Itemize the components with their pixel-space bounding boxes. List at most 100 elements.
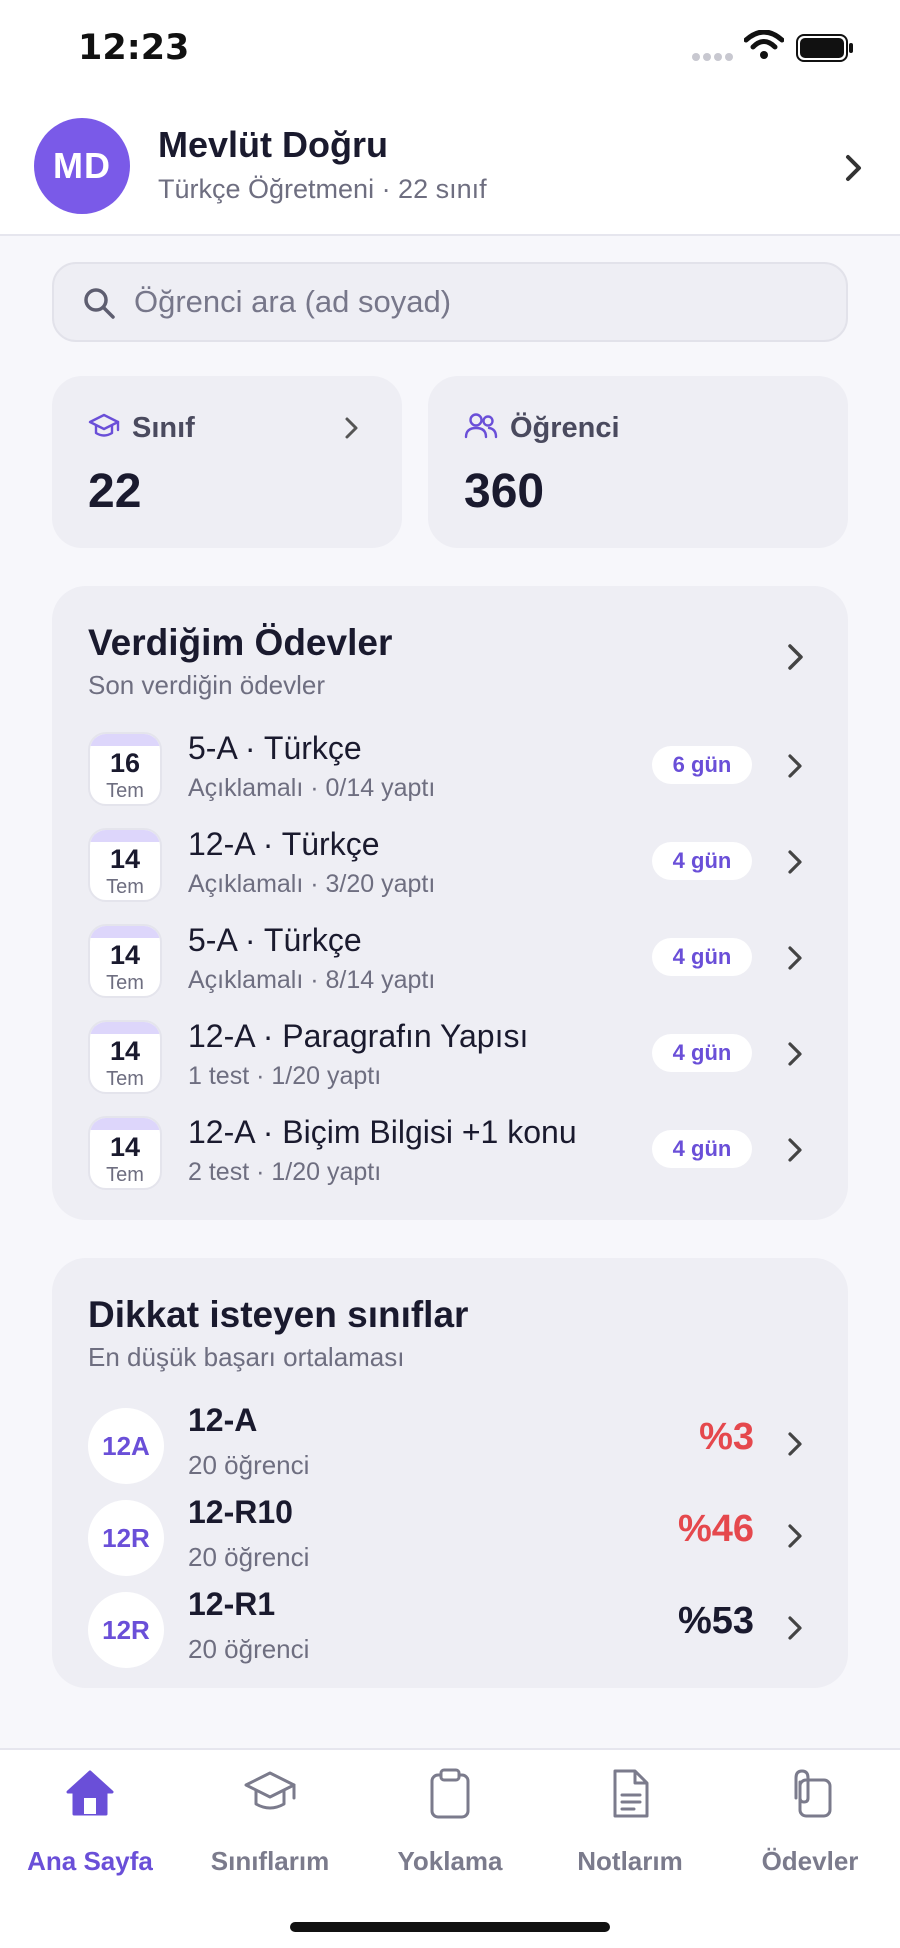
avatar: MD bbox=[34, 118, 130, 214]
chevron-right-icon bbox=[788, 1616, 802, 1640]
assignment-sub: 2 test · 1/20 yaptı bbox=[188, 1158, 382, 1186]
class-student-count: 20 öğrenci bbox=[188, 1634, 310, 1664]
stat-card-students: Öğrenci 360 bbox=[428, 376, 848, 548]
assignment-row[interactable]: 16 Tem 5-A · Türkçe Açıklamalı · 0/14 ya… bbox=[52, 722, 848, 812]
class-name: 12-R1 bbox=[188, 1586, 276, 1622]
tab-label: Notlarım bbox=[577, 1846, 683, 1876]
stat-value-students: 360 bbox=[464, 465, 545, 518]
class-badge: 12A bbox=[88, 1408, 164, 1484]
assignments-subtitle: Son verdiğin ödevler bbox=[88, 670, 326, 700]
search-bar[interactable] bbox=[52, 262, 848, 342]
assignment-row[interactable]: 14 Tem 5-A · Türkçe Açıklamalı · 8/14 ya… bbox=[52, 914, 848, 1004]
date-badge: 14 Tem bbox=[88, 924, 162, 998]
class-score: %3 bbox=[699, 1416, 754, 1458]
class-student-count: 20 öğrenci bbox=[188, 1542, 310, 1572]
days-left-badge: 4 gün bbox=[652, 842, 752, 880]
assignment-sub: Açıklamalı · 3/20 yaptı bbox=[188, 870, 436, 898]
tab-attendance[interactable]: Yoklama bbox=[360, 1768, 540, 1888]
date-day: 14 bbox=[109, 940, 141, 970]
home-indicator bbox=[290, 1922, 610, 1932]
date-month: Tem bbox=[106, 1164, 144, 1186]
tab-label: Yoklama bbox=[397, 1846, 503, 1876]
status-bar: 12:23 bbox=[0, 0, 900, 100]
tab-bar: Ana Sayfa Sınıflarım Yoklama Notlarım Öd… bbox=[0, 1748, 900, 1948]
assignment-row[interactable]: 14 Tem 12-A · Türkçe Açıklamalı · 3/20 y… bbox=[52, 818, 848, 908]
date-badge: 14 Tem bbox=[88, 828, 162, 902]
stat-card-classes[interactable]: Sınıf 22 bbox=[52, 376, 402, 548]
class-row[interactable]: 12R 12-R1 20 öğrenci %53 bbox=[52, 1578, 848, 1678]
class-name: 12-R10 bbox=[188, 1494, 293, 1530]
tab-label: Ödevler bbox=[761, 1846, 859, 1876]
wifi-icon bbox=[744, 30, 784, 59]
class-badge: 12R bbox=[88, 1500, 164, 1576]
assignment-title: 12-A · Paragrafın Yapısı bbox=[188, 1018, 529, 1054]
search-input[interactable] bbox=[134, 264, 824, 340]
battery-icon bbox=[796, 34, 853, 62]
home-icon bbox=[66, 1770, 114, 1816]
document-icon bbox=[613, 1769, 649, 1818]
attention-title: Dikkat isteyen sınıflar bbox=[88, 1294, 469, 1335]
profile-header[interactable]: MD Mevlüt Doğru Türkçe Öğretmeni · 22 sı… bbox=[0, 100, 900, 236]
assignments-title: Verdiğim Ödevler bbox=[88, 622, 393, 663]
class-name: 12-A bbox=[188, 1402, 258, 1438]
assignments-section: Verdiğim Ödevler Son verdiğin ödevler 16… bbox=[52, 586, 848, 1220]
chevron-right-icon bbox=[788, 850, 802, 874]
date-badge: 14 Tem bbox=[88, 1020, 162, 1094]
days-left-badge: 4 gün bbox=[652, 1034, 752, 1072]
assignment-row[interactable]: 14 Tem 12-A · Biçim Bilgisi +1 konu 2 te… bbox=[52, 1106, 848, 1196]
chevron-right-icon bbox=[788, 1042, 802, 1066]
screen: 12:23 MD Mevlüt Doğru Türkçe Öğretmeni ·… bbox=[0, 0, 900, 1948]
clipboard-icon bbox=[430, 1768, 470, 1819]
date-badge: 16 Tem bbox=[88, 732, 162, 806]
tab-home[interactable]: Ana Sayfa bbox=[0, 1768, 180, 1888]
date-month: Tem bbox=[106, 780, 144, 802]
date-day: 14 bbox=[109, 844, 141, 874]
assignment-row[interactable]: 14 Tem 12-A · Paragrafın Yapısı 1 test ·… bbox=[52, 1010, 848, 1100]
class-score: %46 bbox=[677, 1508, 754, 1550]
tab-notes[interactable]: Notlarım bbox=[540, 1768, 720, 1888]
stat-label-classes: Sınıf bbox=[132, 412, 195, 444]
chevron-right-icon bbox=[788, 946, 802, 970]
users-icon bbox=[464, 413, 498, 439]
date-day: 14 bbox=[109, 1132, 141, 1162]
assignment-title: 5-A · Türkçe bbox=[188, 922, 362, 958]
date-badge: 14 Tem bbox=[88, 1116, 162, 1190]
assignment-title: 5-A · Türkçe bbox=[188, 730, 362, 766]
class-score: %53 bbox=[677, 1600, 754, 1642]
search-icon bbox=[84, 288, 115, 319]
attention-section: Dikkat isteyen sınıflar En düşük başarı … bbox=[52, 1258, 848, 1688]
date-month: Tem bbox=[106, 876, 144, 898]
chevron-right-icon[interactable] bbox=[844, 154, 864, 182]
status-time: 12:23 bbox=[78, 28, 190, 68]
assignment-title: 12-A · Türkçe bbox=[188, 826, 380, 862]
graduation-cap-icon bbox=[88, 413, 120, 437]
date-month: Tem bbox=[106, 1068, 144, 1090]
graduation-cap-icon bbox=[244, 1771, 296, 1810]
stat-label-students: Öğrenci bbox=[510, 412, 620, 444]
tab-assignments[interactable]: Ödevler bbox=[720, 1768, 900, 1888]
tab-label: Ana Sayfa bbox=[27, 1846, 153, 1876]
class-row[interactable]: 12R 12-R10 20 öğrenci %46 bbox=[52, 1486, 848, 1586]
attention-subtitle: En düşük başarı ortalaması bbox=[88, 1342, 405, 1372]
profile-name: Mevlüt Doğru bbox=[158, 124, 388, 165]
assignment-sub: 1 test · 1/20 yaptı bbox=[188, 1062, 382, 1090]
paperclip-icon bbox=[794, 1769, 832, 1818]
date-day: 16 bbox=[109, 748, 141, 778]
class-row[interactable]: 12A 12-A 20 öğrenci %3 bbox=[52, 1394, 848, 1494]
date-month: Tem bbox=[106, 972, 144, 994]
tab-classes[interactable]: Sınıflarım bbox=[180, 1768, 360, 1888]
signal-icon bbox=[692, 53, 733, 61]
days-left-badge: 4 gün bbox=[652, 1130, 752, 1168]
class-student-count: 20 öğrenci bbox=[188, 1450, 310, 1480]
tab-label: Sınıflarım bbox=[210, 1846, 330, 1876]
chevron-right-icon[interactable] bbox=[344, 416, 360, 440]
profile-subtitle: Türkçe Öğretmeni · 22 sınıf bbox=[158, 174, 487, 204]
chevron-right-icon bbox=[788, 1524, 802, 1548]
chevron-right-icon bbox=[788, 754, 802, 778]
assignment-sub: Açıklamalı · 8/14 yaptı bbox=[188, 966, 436, 994]
chevron-right-icon[interactable] bbox=[786, 642, 806, 672]
date-day: 14 bbox=[109, 1036, 141, 1066]
stat-value-classes: 22 bbox=[88, 465, 142, 518]
assignment-sub: Açıklamalı · 0/14 yaptı bbox=[188, 774, 436, 802]
assignment-title: 12-A · Biçim Bilgisi +1 konu bbox=[188, 1114, 577, 1150]
